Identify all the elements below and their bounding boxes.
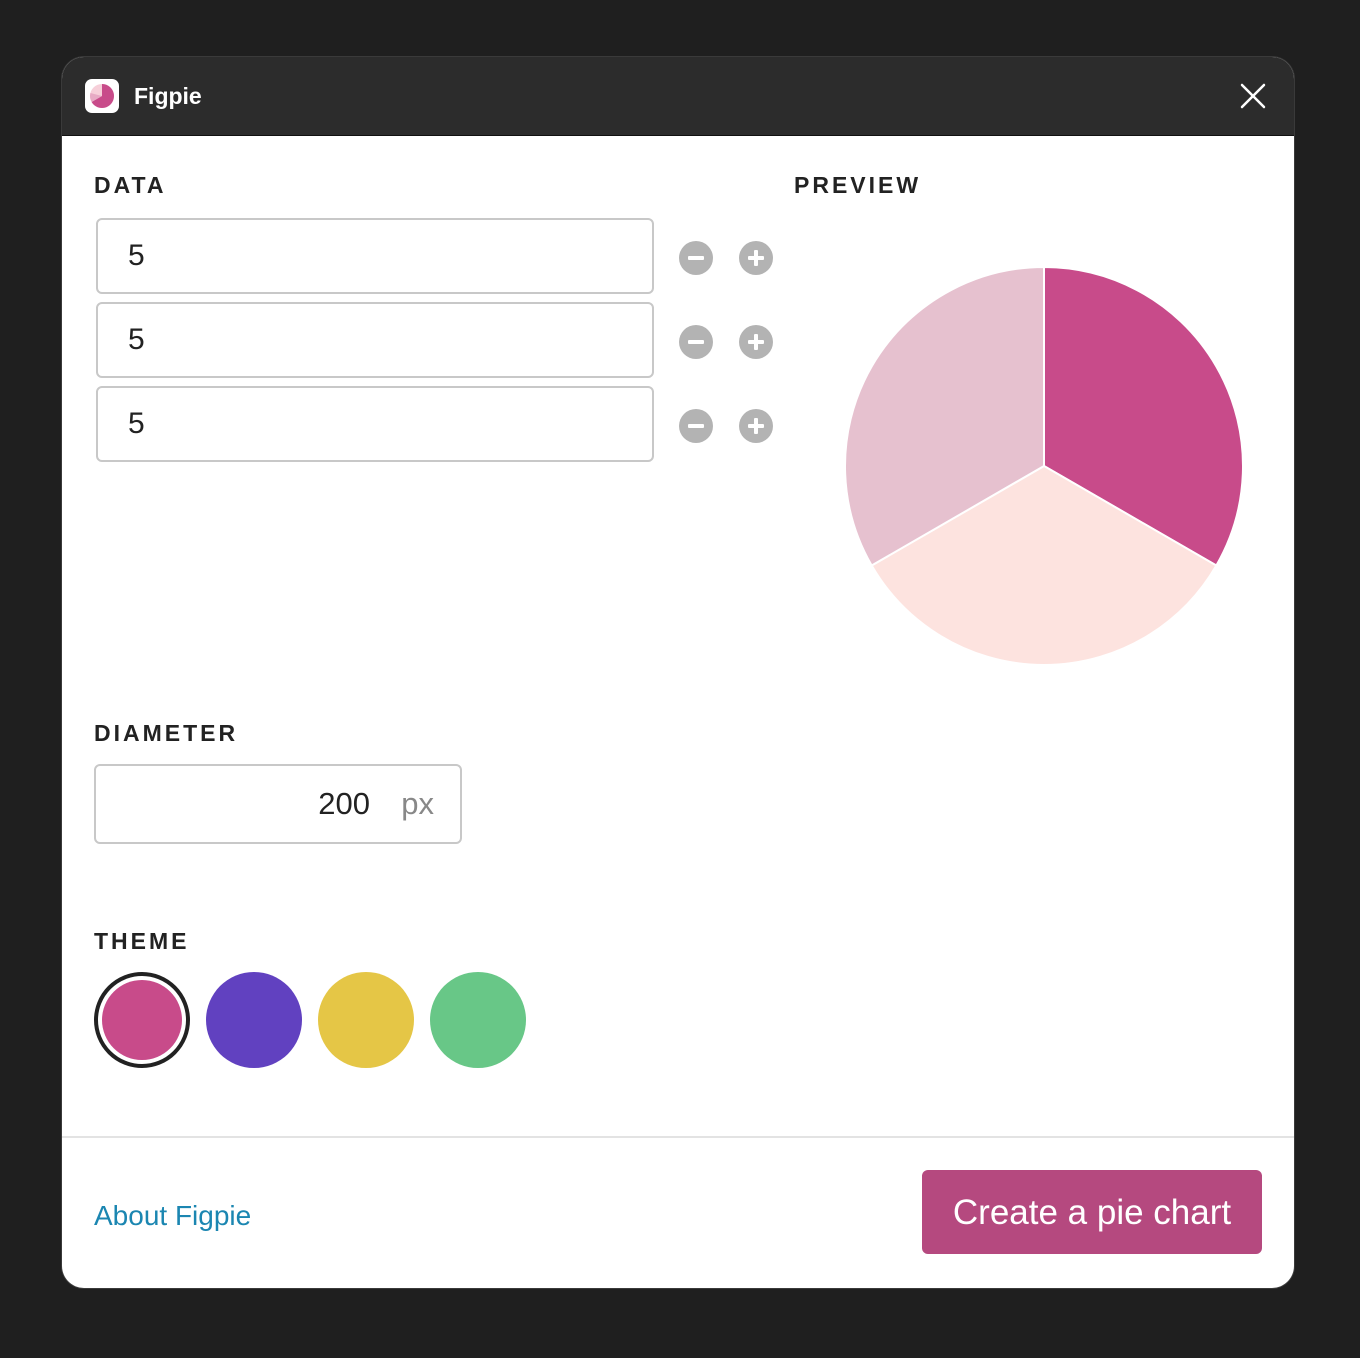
data-section-label: DATA [94, 172, 167, 198]
diameter-section-label: DIAMETER [94, 720, 239, 746]
add-row-button-3[interactable] [739, 409, 773, 443]
remove-row-button-2[interactable] [679, 325, 713, 359]
about-figpie-link[interactable]: About Figpie [94, 1199, 251, 1233]
create-pie-chart-button[interactable]: Create a pie chart [922, 1170, 1262, 1254]
figpie-logo-icon [85, 79, 119, 113]
data-value-input-2[interactable] [96, 302, 654, 378]
theme-swatch-purple[interactable] [206, 972, 302, 1068]
plugin-window: Figpie DATA PREVIEW DIAMETER 200 px THEM… [62, 57, 1294, 1288]
data-value-input-3[interactable] [96, 386, 654, 462]
data-value-input-1[interactable] [96, 218, 654, 294]
diameter-unit: px [401, 786, 434, 821]
footer-divider [62, 1136, 1294, 1138]
theme-swatch-yellow[interactable] [318, 972, 414, 1068]
add-row-button-1[interactable] [739, 241, 773, 275]
add-row-button-2[interactable] [739, 325, 773, 359]
close-icon[interactable] [1238, 81, 1268, 111]
title-bar: Figpie [62, 57, 1294, 136]
remove-row-button-1[interactable] [679, 241, 713, 275]
remove-row-button-3[interactable] [679, 409, 713, 443]
diameter-input[interactable]: 200 px [94, 764, 462, 844]
pie-chart-preview [844, 265, 1244, 666]
preview-section-label: PREVIEW [794, 172, 922, 198]
theme-section-label: THEME [94, 928, 190, 954]
theme-swatch-green[interactable] [430, 972, 526, 1068]
theme-swatch-pink[interactable] [94, 972, 190, 1068]
diameter-value: 200 [318, 786, 370, 821]
app-title: Figpie [134, 83, 202, 109]
